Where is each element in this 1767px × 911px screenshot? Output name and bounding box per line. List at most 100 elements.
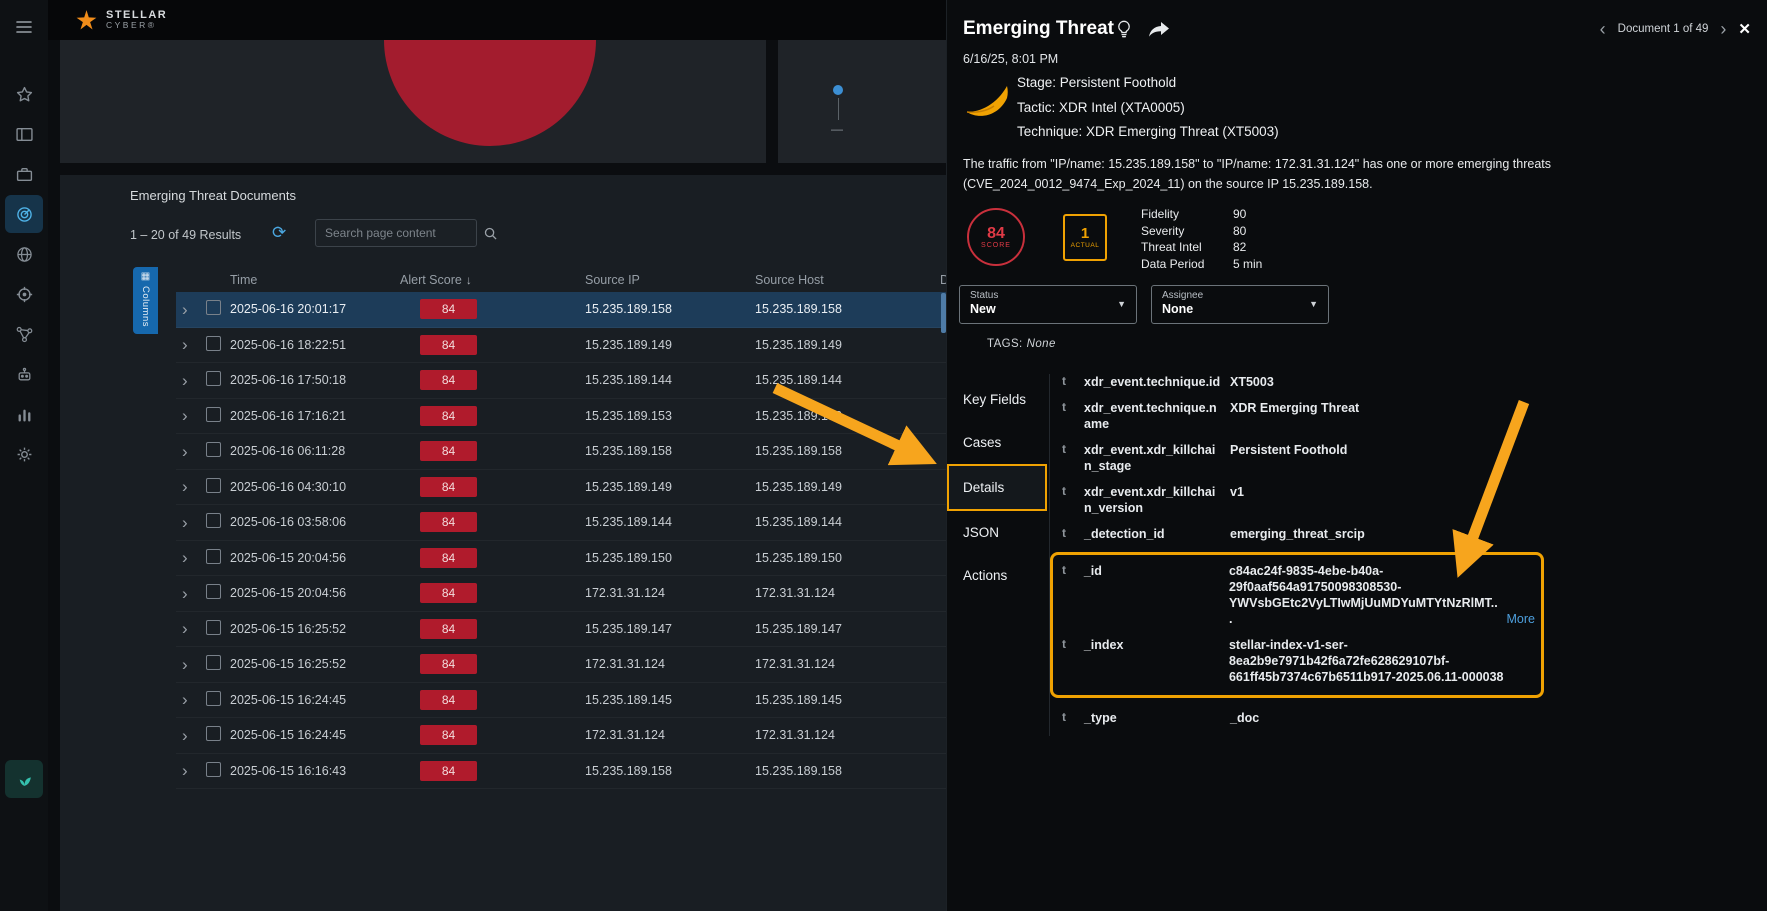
prev-document-icon[interactable]: ‹ [1600, 20, 1606, 38]
row-expand-icon[interactable]: › [176, 549, 198, 566]
row-expand-icon[interactable]: › [176, 443, 198, 460]
table-row[interactable]: › 2025-06-15 16:25:52 84 15.235.189.147 … [176, 612, 946, 648]
row-expand-icon[interactable]: › [176, 514, 198, 531]
status-dropdown[interactable]: Status New ▼ [959, 285, 1137, 324]
row-checkbox[interactable] [206, 584, 221, 599]
field-row: t xdr_event.xdr_killchain_version v1 [1062, 484, 1597, 516]
row-checkbox[interactable] [206, 726, 221, 741]
search-input[interactable] [316, 226, 484, 240]
alert-score-badge: 84 [420, 477, 477, 497]
row-source-ip: 172.31.31.124 [585, 657, 755, 671]
columns-button[interactable]: ▦ Columns [133, 267, 158, 334]
pie-chart-segment[interactable] [384, 40, 596, 146]
row-expand-icon[interactable]: › [176, 301, 198, 318]
row-expand-icon[interactable]: › [176, 478, 198, 495]
row-checkbox[interactable] [206, 762, 221, 777]
row-expand-icon[interactable]: › [176, 656, 198, 673]
row-expand-icon[interactable]: › [176, 620, 198, 637]
crosshair-icon[interactable] [5, 275, 43, 313]
assignee-dropdown[interactable]: Assignee None ▼ [1151, 285, 1329, 324]
fields-list: t xdr_event.technique.id XT5003 t xdr_ev… [1049, 374, 1597, 736]
killchain-stage-icon [963, 78, 1011, 126]
table-row[interactable]: › 2025-06-16 17:16:21 84 15.235.189.153 … [176, 399, 946, 435]
field-row: t _type _doc [1062, 710, 1597, 726]
row-checkbox[interactable] [206, 620, 221, 635]
table-row[interactable]: › 2025-06-16 20:01:17 84 15.235.189.158 … [176, 292, 946, 328]
header-source-ip[interactable]: Source IP [585, 273, 755, 287]
field-key: _type [1084, 710, 1230, 726]
table-row[interactable]: › 2025-06-15 16:24:45 84 172.31.31.124 1… [176, 718, 946, 754]
table-row[interactable]: › 2025-06-16 06:11:28 84 15.235.189.158 … [176, 434, 946, 470]
row-time: 2025-06-16 03:58:06 [230, 515, 400, 529]
row-expand-icon[interactable]: › [176, 762, 198, 779]
globe-icon[interactable] [5, 235, 43, 273]
text-field-type-icon: t [1062, 526, 1084, 542]
sprout-icon[interactable] [5, 760, 43, 798]
row-expand-icon[interactable]: › [176, 727, 198, 744]
row-source-ip: 15.235.189.158 [585, 764, 755, 778]
table-row[interactable]: › 2025-06-15 20:04:56 84 172.31.31.124 1… [176, 576, 946, 612]
table-row[interactable]: › 2025-06-16 18:22:51 84 15.235.189.149 … [176, 328, 946, 364]
hamburger-menu-icon[interactable] [5, 8, 43, 46]
gear-icon[interactable] [5, 435, 43, 473]
star-icon[interactable] [5, 75, 43, 113]
row-expand-icon[interactable]: › [176, 407, 198, 424]
radar-icon[interactable] [5, 195, 43, 233]
briefcase-icon[interactable] [5, 155, 43, 193]
table-row[interactable]: › 2025-06-16 03:58:06 84 15.235.189.144 … [176, 505, 946, 541]
close-icon[interactable]: ✕ [1738, 20, 1751, 38]
bar-chart-icon[interactable] [5, 395, 43, 433]
field-value: emerging_threat_srcip [1230, 526, 1538, 542]
detail-tab[interactable]: Actions [947, 554, 1047, 597]
alert-score-badge: 84 [420, 725, 477, 745]
zoom-out-icon[interactable]: — [831, 122, 843, 136]
share-icon[interactable] [1149, 22, 1169, 43]
network-icon[interactable] [5, 315, 43, 353]
field-key: _index [1084, 637, 1229, 685]
bot-icon[interactable] [5, 355, 43, 393]
row-source-host: 15.235.189.147 [755, 622, 940, 636]
slider-handle[interactable] [833, 85, 843, 95]
row-expand-icon[interactable]: › [176, 585, 198, 602]
killchain-block: Stage: Persistent Foothold Tactic: XDR I… [963, 76, 1279, 139]
row-checkbox[interactable] [206, 371, 221, 386]
chevron-down-icon: ▼ [1309, 299, 1318, 309]
row-source-ip: 15.235.189.158 [585, 444, 755, 458]
header-alert-score[interactable]: Alert Score↓ [400, 273, 585, 287]
row-checkbox[interactable] [206, 691, 221, 706]
next-document-icon[interactable]: › [1720, 20, 1726, 38]
lightbulb-icon[interactable] [1115, 20, 1133, 43]
header-source-host[interactable]: Source Host [755, 273, 940, 287]
header-time[interactable]: Time [230, 273, 400, 287]
table-row[interactable]: › 2025-06-16 04:30:10 84 15.235.189.149 … [176, 470, 946, 506]
detail-tab[interactable]: Key Fields [947, 378, 1047, 421]
field-key: xdr_event.xdr_killchain_stage [1084, 442, 1230, 474]
row-checkbox[interactable] [206, 300, 221, 315]
row-expand-icon[interactable]: › [176, 336, 198, 353]
row-checkbox[interactable] [206, 407, 221, 422]
row-checkbox[interactable] [206, 478, 221, 493]
annotation-highlight-box: t _id c84ac24f-9835-4ebe-b40a-29f0aaf564… [1050, 552, 1544, 698]
detail-tab[interactable]: JSON [947, 511, 1047, 554]
alert-score-badge: 84 [420, 406, 477, 426]
table-row[interactable]: › 2025-06-15 16:24:45 84 15.235.189.145 … [176, 683, 946, 719]
more-link[interactable]: More [1507, 611, 1535, 627]
detail-tab[interactable]: Cases [947, 421, 1047, 464]
table-row[interactable]: › 2025-06-15 20:04:56 84 15.235.189.150 … [176, 541, 946, 577]
slider-track[interactable] [838, 98, 839, 120]
refresh-icon[interactable]: ⟳ [272, 223, 286, 243]
alert-score-badge: 84 [420, 690, 477, 710]
row-checkbox[interactable] [206, 655, 221, 670]
row-checkbox[interactable] [206, 336, 221, 351]
table-row[interactable]: › 2025-06-15 16:16:43 84 15.235.189.158 … [176, 754, 946, 790]
row-checkbox[interactable] [206, 442, 221, 457]
panels-icon[interactable] [5, 115, 43, 153]
row-checkbox[interactable] [206, 549, 221, 564]
table-row[interactable]: › 2025-06-15 16:25:52 84 172.31.31.124 1… [176, 647, 946, 683]
row-expand-icon[interactable]: › [176, 372, 198, 389]
detail-tab[interactable]: Details [947, 464, 1047, 511]
table-row[interactable]: › 2025-06-16 17:50:18 84 15.235.189.144 … [176, 363, 946, 399]
row-source-ip: 172.31.31.124 [585, 728, 755, 742]
row-checkbox[interactable] [206, 513, 221, 528]
row-expand-icon[interactable]: › [176, 691, 198, 708]
